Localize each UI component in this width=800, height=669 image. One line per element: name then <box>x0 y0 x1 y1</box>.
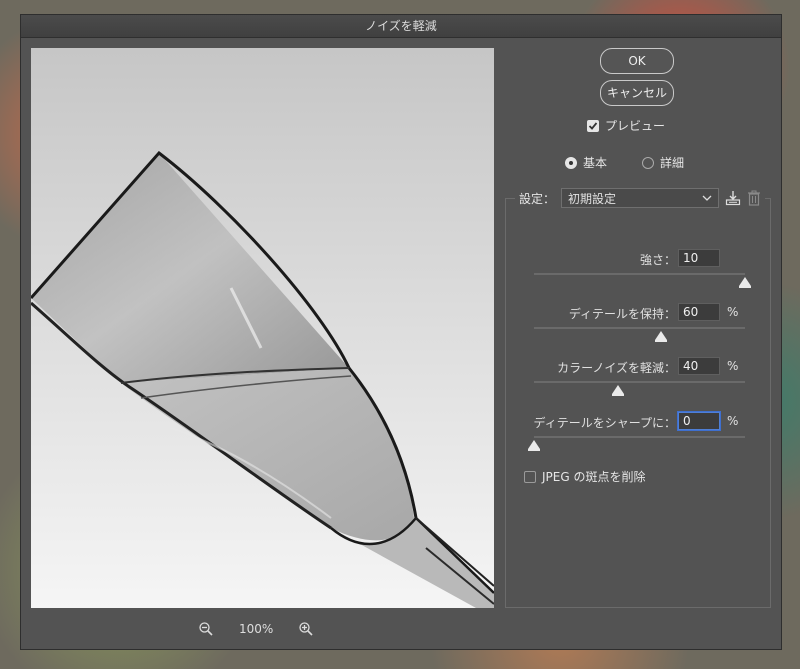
preserve-details-label: ディテールを保持： <box>568 307 676 321</box>
sharpen-details-unit: % <box>727 414 739 428</box>
reduce-color-noise-slider-track[interactable] <box>534 381 745 383</box>
zoom-bar: 100% <box>199 622 313 636</box>
strength-slider-thumb[interactable] <box>739 277 751 288</box>
mode-advanced-radio[interactable]: 詳細 <box>642 154 684 171</box>
mode-basic-label: 基本 <box>583 156 608 170</box>
preserve-details-unit: % <box>727 305 739 319</box>
jpeg-artifact-checkbox[interactable]: JPEG の斑点を削除 <box>524 468 645 485</box>
reduce-noise-dialog: ノイズを軽減 100% OK キャンセル プレビュー 基本 詳細 設定： 初期設… <box>20 14 782 650</box>
ok-button[interactable]: OK <box>600 48 674 74</box>
settings-group <box>505 198 771 608</box>
reduce-color-noise-unit: % <box>727 359 739 373</box>
preset-value: 初期設定 <box>568 191 617 206</box>
preserve-details-slider-thumb[interactable] <box>654 331 667 342</box>
strength-input[interactable]: 10 <box>678 249 720 267</box>
zoom-out-icon[interactable] <box>199 622 213 636</box>
preview-image[interactable] <box>31 48 494 608</box>
settings-label: 設定： <box>519 191 556 206</box>
preview-checkbox[interactable]: プレビュー <box>587 117 665 134</box>
reduce-color-noise-input[interactable]: 40 <box>678 357 720 375</box>
preview-label: プレビュー <box>605 119 666 133</box>
mode-basic-radio[interactable]: 基本 <box>565 154 607 171</box>
radio-selected-icon <box>565 156 577 169</box>
strength-label: 強さ： <box>639 253 676 267</box>
checkbox-checked-icon <box>587 119 599 132</box>
preserve-details-input[interactable]: 60 <box>678 303 720 321</box>
sharpen-details-input[interactable]: 0 <box>678 412 720 430</box>
zoom-in-icon[interactable] <box>299 622 313 636</box>
sharpen-details-label: ディテールをシャープに： <box>533 416 676 430</box>
sharpen-details-slider-thumb[interactable] <box>528 440 540 451</box>
preset-dropdown[interactable]: 初期設定 <box>561 188 720 208</box>
jpeg-artifact-label: JPEG の斑点を削除 <box>542 470 646 484</box>
save-preset-icon[interactable] <box>725 190 741 206</box>
sharpen-details-slider-track[interactable] <box>534 436 745 438</box>
zoom-level: 100% <box>239 622 274 636</box>
settings-header: 設定： 初期設定 <box>515 188 766 208</box>
strength-slider-track[interactable] <box>534 273 745 275</box>
reduce-color-noise-label: カラーノイズを軽減： <box>557 361 676 375</box>
reduce-color-noise-slider-thumb[interactable] <box>612 385 625 396</box>
radio-unselected-icon <box>642 156 654 169</box>
mode-advanced-label: 詳細 <box>660 156 685 170</box>
checkbox-unchecked-icon <box>524 470 536 483</box>
chevron-down-icon <box>702 195 712 201</box>
champagne-glass-image <box>31 150 494 608</box>
cancel-button[interactable]: キャンセル <box>600 80 674 106</box>
preserve-details-slider-track[interactable] <box>534 327 745 329</box>
window-title: ノイズを軽減 <box>21 15 781 38</box>
trash-icon[interactable] <box>747 190 761 206</box>
